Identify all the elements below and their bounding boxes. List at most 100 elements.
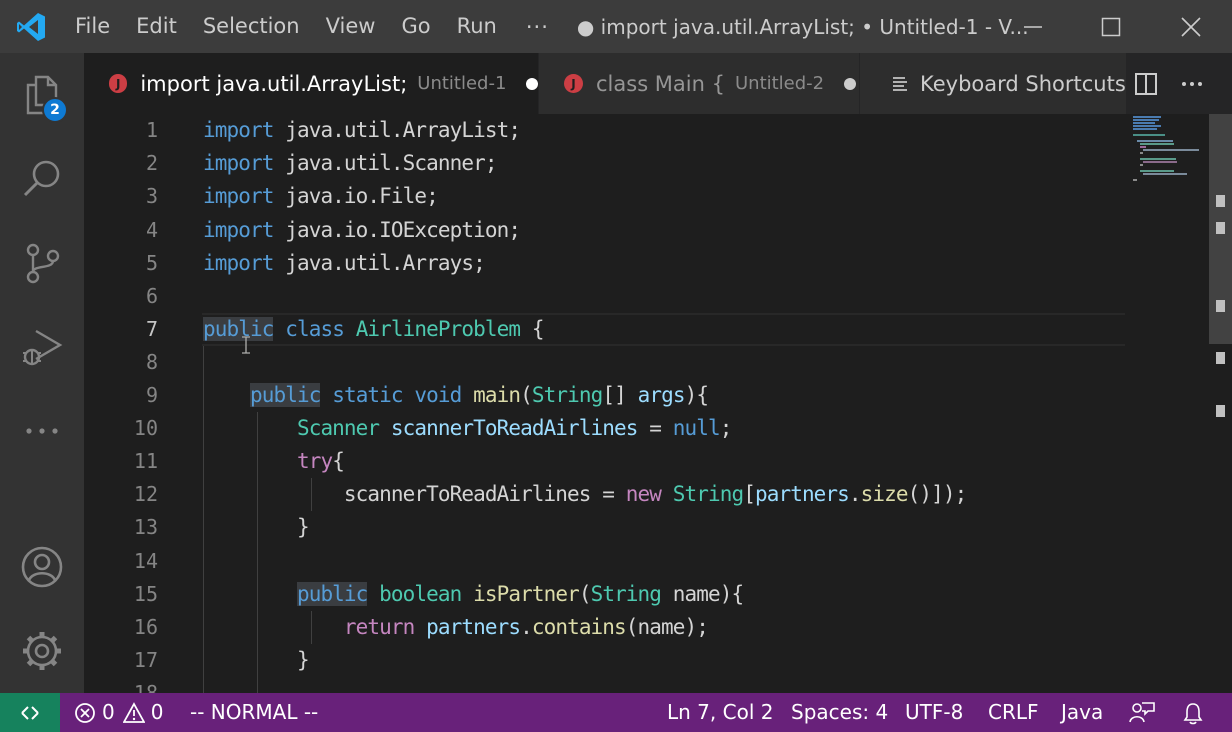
window-title: ● import java.util.ArrayList; • Untitled… bbox=[576, 14, 1027, 39]
indentation-button[interactable]: Spaces: 4 bbox=[791, 693, 888, 732]
code-line[interactable]: 14 bbox=[84, 545, 1125, 578]
tab-title: Keyboard Shortcuts bbox=[920, 71, 1126, 96]
editor-more-actions-button[interactable] bbox=[1170, 53, 1214, 114]
tab-title: import java.util.ArrayList; bbox=[140, 71, 408, 96]
menu-go[interactable]: Go bbox=[388, 0, 443, 53]
activity-explorer[interactable]: 2 bbox=[0, 53, 84, 137]
title-bar: File Edit Selection View Go Run ··· ● im… bbox=[0, 0, 1232, 53]
code-text: public class AirlineProblem { bbox=[203, 317, 544, 341]
tab-bar: J import java.util.ArrayList; Untitled-1… bbox=[84, 53, 1232, 114]
notifications-button[interactable] bbox=[1182, 693, 1204, 732]
code-line[interactable]: 9 public static void main(String[] args)… bbox=[84, 379, 1125, 412]
java-file-icon: J bbox=[564, 74, 583, 93]
line-number: 11 bbox=[133, 449, 158, 473]
text-cursor-icon bbox=[242, 336, 250, 354]
menu-selection[interactable]: Selection bbox=[190, 0, 313, 53]
overview-ruler-mark bbox=[1216, 352, 1225, 364]
maximize-icon bbox=[1101, 17, 1121, 36]
activity-source-control[interactable] bbox=[0, 221, 84, 305]
account-icon bbox=[21, 546, 63, 588]
activity-more[interactable] bbox=[0, 389, 84, 473]
end-of-line-button[interactable]: CRLF bbox=[988, 693, 1039, 732]
run-debug-icon bbox=[23, 329, 63, 366]
line-number: 9 bbox=[145, 383, 158, 407]
menu-edit[interactable]: Edit bbox=[123, 0, 190, 53]
explorer-badge: 2 bbox=[42, 97, 68, 123]
close-icon bbox=[1181, 16, 1201, 37]
encoding-button[interactable]: UTF-8 bbox=[905, 693, 963, 732]
code-line[interactable]: 17 } bbox=[84, 644, 1125, 677]
code-line[interactable]: 3 import java.io.File; bbox=[84, 180, 1125, 213]
activity-accounts[interactable] bbox=[0, 525, 84, 609]
remote-icon bbox=[21, 705, 39, 720]
code-text: import java.util.Scanner; bbox=[203, 151, 497, 175]
code-text: import java.util.Arrays; bbox=[203, 251, 486, 275]
code-line[interactable]: 12 scannerToReadAirlines = new String[pa… bbox=[84, 478, 1125, 511]
activity-run-debug[interactable] bbox=[0, 305, 84, 389]
vim-mode: -- NORMAL -- bbox=[190, 693, 318, 732]
close-window-button[interactable] bbox=[1151, 0, 1231, 53]
more-icon bbox=[26, 428, 58, 434]
line-number: 14 bbox=[133, 549, 158, 573]
code-line[interactable]: 13 } bbox=[84, 511, 1125, 544]
maximize-button[interactable] bbox=[1071, 0, 1151, 53]
activity-search[interactable] bbox=[0, 137, 84, 221]
menu-file[interactable]: File bbox=[62, 0, 123, 53]
code-line[interactable]: 6 bbox=[84, 280, 1125, 313]
minimize-icon bbox=[1024, 25, 1042, 28]
code-text: public boolean isPartner(String name){ bbox=[296, 582, 744, 606]
activity-manage[interactable] bbox=[0, 609, 84, 693]
vim-mode-label: -- NORMAL -- bbox=[190, 700, 319, 724]
line-number: 3 bbox=[145, 184, 158, 208]
line-number: 16 bbox=[133, 615, 158, 639]
code-text: Scanner scannerToReadAirlines = null; bbox=[296, 416, 732, 440]
source-control-icon bbox=[26, 243, 60, 284]
code-line[interactable]: 4 import java.io.IOException; bbox=[84, 214, 1125, 247]
tab-description: Untitled-1 bbox=[417, 73, 507, 94]
line-number: 6 bbox=[145, 284, 158, 308]
tab-description: Untitled-2 bbox=[734, 73, 825, 94]
split-editor-button[interactable] bbox=[1126, 53, 1166, 114]
menu-view[interactable]: View bbox=[313, 0, 389, 53]
unsaved-dot-icon[interactable] bbox=[844, 77, 857, 90]
code-line[interactable]: 1 import java.util.ArrayList; bbox=[84, 114, 1125, 147]
menu-more-button[interactable]: ··· bbox=[510, 15, 563, 39]
problems-status[interactable]: 0 0 bbox=[74, 693, 163, 732]
warning-count: 0 bbox=[150, 700, 164, 724]
tab-keyboard-shortcuts[interactable]: Keyboard Shortcuts bbox=[860, 53, 1126, 114]
encoding-label: UTF-8 bbox=[905, 700, 964, 724]
overview-ruler-mark bbox=[1216, 195, 1225, 207]
remote-indicator-button[interactable] bbox=[0, 693, 60, 732]
code-line[interactable]: 10 Scanner scannerToReadAirlines = null; bbox=[84, 412, 1125, 445]
minimap[interactable] bbox=[1131, 114, 1209, 184]
bell-icon bbox=[1183, 702, 1203, 724]
code-line[interactable]: 5 import java.util.Arrays; bbox=[84, 247, 1125, 280]
cursor-position-button[interactable]: Ln 7, Col 2 bbox=[667, 693, 773, 732]
code-text: return partners.contains(name); bbox=[343, 615, 709, 639]
code-line[interactable]: 15 public boolean isPartner(String name)… bbox=[84, 578, 1125, 611]
code-line[interactable]: 18 bbox=[84, 677, 1125, 693]
minimize-button[interactable] bbox=[993, 0, 1073, 53]
tab-untitled-1[interactable]: J import java.util.ArrayList; Untitled-1 bbox=[84, 53, 538, 114]
code-line[interactable]: 16 return partners.contains(name); bbox=[84, 611, 1125, 644]
line-number: 10 bbox=[133, 416, 158, 440]
settings-gear-icon bbox=[23, 632, 61, 670]
feedback-icon bbox=[1129, 701, 1155, 722]
menu-run[interactable]: Run bbox=[444, 0, 510, 53]
search-icon bbox=[23, 160, 60, 197]
code-line[interactable]: 11 try{ bbox=[84, 445, 1125, 478]
line-number: 2 bbox=[145, 151, 158, 175]
more-icon bbox=[1182, 81, 1202, 86]
tab-untitled-2[interactable]: J class Main { Untitled-2 bbox=[539, 53, 859, 114]
end-of-line-label: CRLF bbox=[988, 700, 1039, 724]
overview-ruler-mark bbox=[1216, 405, 1225, 417]
activity-bar: 2 bbox=[0, 53, 84, 693]
unsaved-dot-icon[interactable] bbox=[526, 77, 538, 90]
line-number: 15 bbox=[133, 582, 158, 606]
code-editor[interactable]: 1 import java.util.ArrayList; 2 import j… bbox=[84, 114, 1232, 693]
indentation-label: Spaces: 4 bbox=[791, 700, 889, 724]
code-line[interactable]: 2 import java.util.Scanner; bbox=[84, 147, 1125, 180]
feedback-button[interactable] bbox=[1129, 693, 1155, 732]
code-text: } bbox=[203, 648, 310, 672]
language-mode-button[interactable]: Java bbox=[1061, 693, 1103, 732]
